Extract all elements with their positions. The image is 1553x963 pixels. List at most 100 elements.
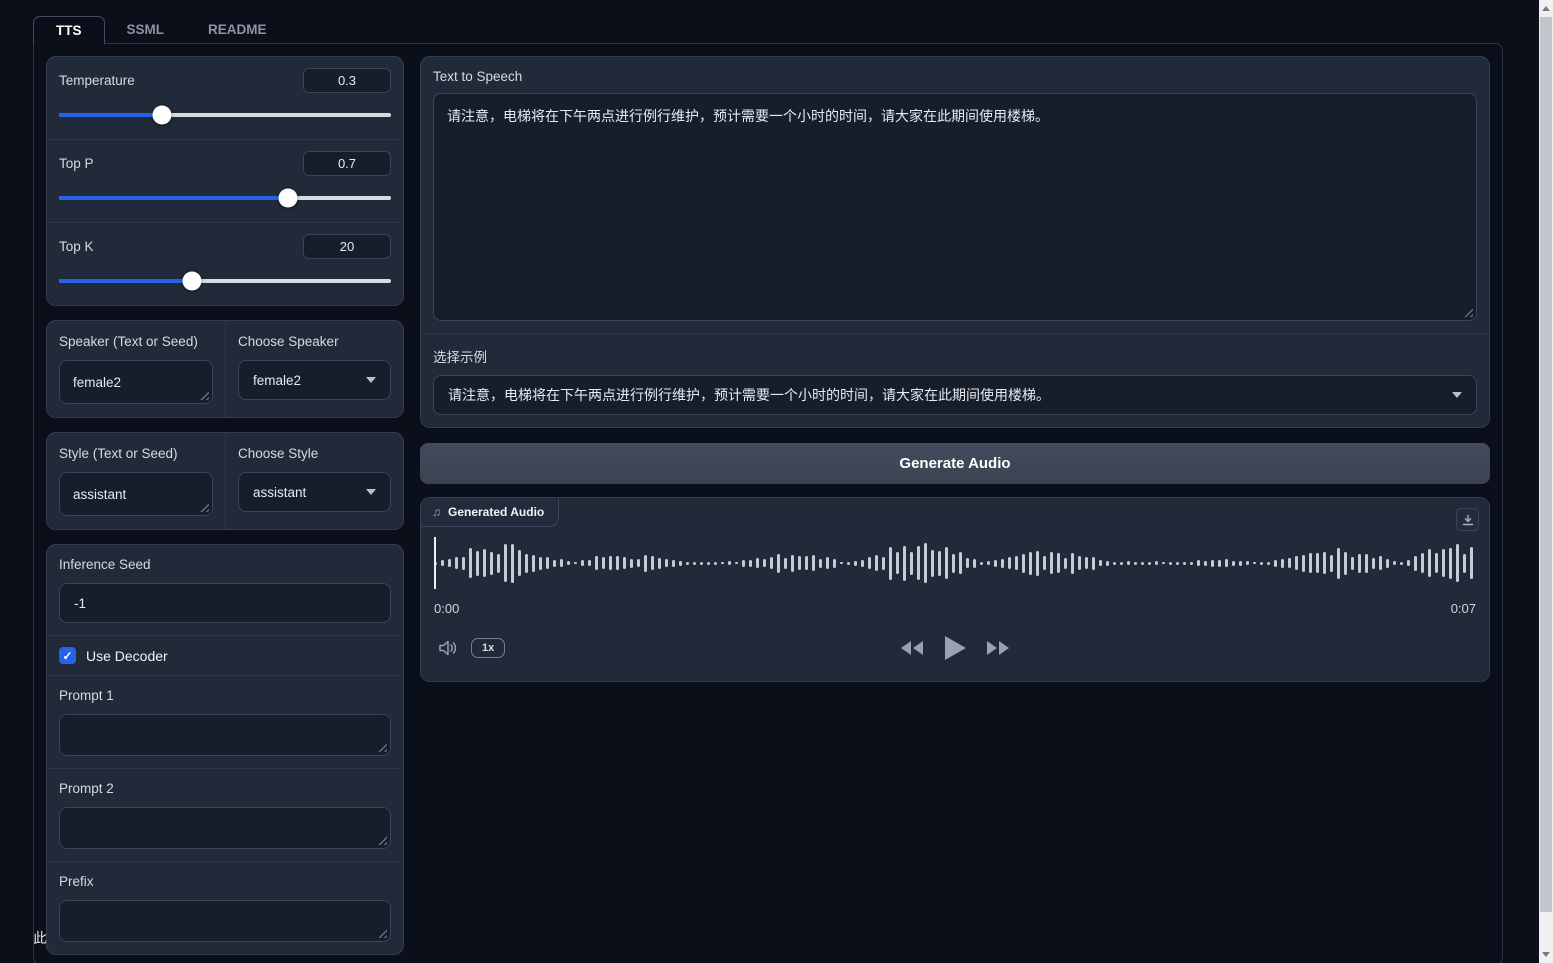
fast-forward-icon[interactable]	[984, 638, 1012, 658]
waveform-bar	[1302, 555, 1305, 572]
waveform-bar	[1351, 557, 1354, 570]
prompt2-group: Prompt 2	[47, 768, 403, 861]
top-p-slider[interactable]	[59, 189, 391, 207]
waveform-bar	[1400, 562, 1403, 565]
style-text-input[interactable]: assistant	[59, 472, 213, 516]
waveform-bar	[1197, 560, 1200, 566]
tab-readme[interactable]: README	[186, 16, 289, 43]
waveform-bar	[560, 559, 563, 567]
waveform-bar	[1239, 561, 1242, 566]
waveform-bar	[1162, 562, 1165, 564]
waveform-bar	[742, 560, 745, 567]
slider-fill	[59, 279, 192, 283]
prompt2-input[interactable]	[59, 807, 391, 849]
waveform-bar	[1288, 558, 1291, 568]
temperature-slider[interactable]	[59, 106, 391, 124]
vertical-scrollbar[interactable]	[1539, 0, 1553, 963]
scroll-up-arrow[interactable]	[1539, 0, 1553, 17]
waveform-bar	[1155, 561, 1158, 565]
waveform-bar	[588, 560, 591, 566]
tts-text-label: Text to Speech	[433, 69, 1477, 84]
waveform-bar	[1001, 559, 1004, 568]
waveform-bar	[1253, 562, 1256, 564]
use-decoder-checkbox[interactable]: ✓	[59, 647, 76, 664]
waveform-bar	[791, 555, 794, 572]
scroll-down-arrow[interactable]	[1539, 946, 1553, 963]
prefix-input[interactable]	[59, 900, 391, 942]
download-audio-button[interactable]	[1456, 508, 1479, 531]
top-p-value-input[interactable]: 0.7	[303, 151, 391, 176]
waveform-bar	[1337, 548, 1340, 579]
waveform-bar	[483, 549, 486, 577]
waveform-bar	[1372, 558, 1375, 569]
prompt2-label: Prompt 2	[59, 781, 391, 796]
waveform-bar	[1463, 554, 1466, 573]
waveform-bar	[1106, 561, 1109, 566]
style-panel: Style (Text or Seed) assistant Choose St…	[46, 432, 404, 530]
top-p-row: Top P 0.7	[47, 139, 403, 222]
waveform-bar	[679, 561, 682, 566]
waveform-bar	[931, 550, 934, 577]
waveform-bar	[574, 562, 577, 564]
slider-fill	[59, 196, 288, 200]
choose-style-dropdown[interactable]: assistant	[238, 472, 391, 512]
playback-speed-button[interactable]: 1x	[471, 638, 505, 658]
examples-selected-value: 请注意，电梯将在下午两点进行例行维护，预计需要一个小时的时间，请大家在此期间使用…	[448, 385, 1050, 405]
slider-thumb[interactable]	[279, 189, 298, 208]
waveform-bar	[1421, 553, 1424, 573]
waveform-bar	[476, 551, 479, 576]
waveform-bar	[1246, 561, 1249, 565]
waveform-bar	[1393, 561, 1396, 565]
temperature-value-input[interactable]: 0.3	[303, 68, 391, 93]
prompt1-input[interactable]	[59, 714, 391, 756]
waveform-bar	[490, 552, 493, 575]
waveform-bar	[1225, 559, 1228, 567]
waveform-bar	[1204, 561, 1207, 566]
waveform-bar	[1365, 554, 1368, 573]
waveform-bar	[581, 560, 584, 566]
waveform-bar	[1435, 553, 1438, 573]
speaker-text-input[interactable]: female2	[59, 360, 213, 404]
waveform-bar	[448, 559, 451, 567]
slider-thumb[interactable]	[182, 272, 201, 291]
waveform-bar	[840, 562, 843, 564]
tab-ssml[interactable]: SSML	[105, 16, 187, 43]
top-p-label: Top P	[59, 156, 94, 171]
waveform-bar	[1295, 556, 1298, 570]
waveform-bar	[826, 557, 829, 569]
waveform-bar	[847, 562, 850, 565]
play-icon[interactable]	[942, 634, 968, 662]
waveform-bar	[966, 558, 969, 568]
generate-audio-button[interactable]: Generate Audio	[420, 443, 1490, 484]
top-k-slider[interactable]	[59, 272, 391, 290]
tab-tts[interactable]: TTS	[33, 16, 105, 44]
text-input-panel: Text to Speech 请注意，电梯将在下午两点进行例行维护，预计需要一个…	[420, 56, 1490, 428]
tts-tab-panel: Temperature 0.3 Top P	[33, 43, 1503, 963]
scrollbar-thumb[interactable]	[1540, 17, 1552, 912]
slider-thumb[interactable]	[152, 106, 171, 125]
audio-waveform[interactable]	[434, 535, 1476, 591]
waveform-bar	[462, 557, 465, 570]
volume-icon[interactable]	[437, 638, 459, 658]
waveform-bar	[833, 559, 836, 568]
waveform-bar	[1064, 558, 1067, 569]
waveform-bar	[896, 552, 899, 574]
examples-dropdown[interactable]: 请注意，电梯将在下午两点进行例行维护，预计需要一个小时的时间，请大家在此期间使用…	[433, 375, 1477, 415]
waveform-bar	[945, 547, 948, 579]
choose-speaker-label: Choose Speaker	[238, 334, 391, 349]
top-k-value-input[interactable]: 20	[303, 234, 391, 259]
use-decoder-label: Use Decoder	[86, 648, 168, 664]
waveform-bar	[1127, 561, 1130, 565]
chevron-down-icon	[366, 489, 376, 495]
choose-style-value: assistant	[253, 485, 306, 500]
choose-speaker-dropdown[interactable]: female2	[238, 360, 391, 400]
choose-speaker-value: female2	[253, 373, 301, 388]
inference-seed-input[interactable]: -1	[59, 583, 391, 623]
tts-text-input[interactable]: 请注意，电梯将在下午两点进行例行维护，预计需要一个小时的时间，请大家在此期间使用…	[433, 93, 1477, 321]
rewind-icon[interactable]	[898, 638, 926, 658]
waveform-bar	[1071, 553, 1074, 574]
waveform-bar	[1281, 559, 1284, 568]
waveform-bar	[875, 555, 878, 571]
playhead-cursor[interactable]	[434, 537, 436, 589]
waveform-bar	[903, 546, 906, 581]
